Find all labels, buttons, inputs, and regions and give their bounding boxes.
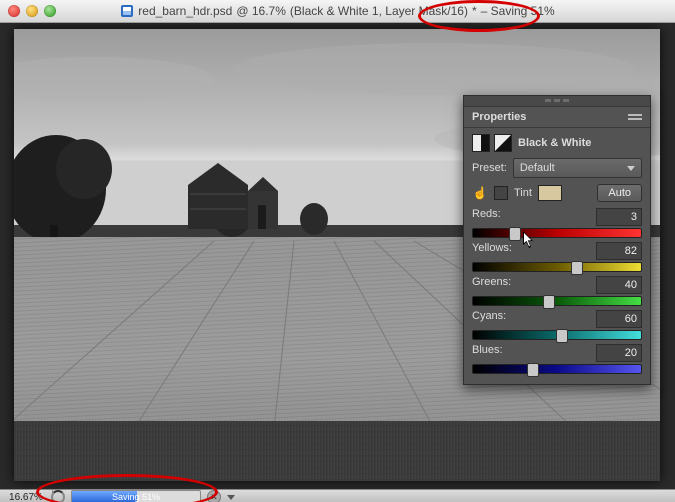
title-docinfo: (Black & White 1, Layer Mask/16) bbox=[290, 4, 468, 18]
minimize-window-button[interactable] bbox=[26, 5, 38, 17]
slider-cyans-label: Cyans: bbox=[472, 310, 506, 328]
panel-body: Black & White Preset: Default ☝ Tint Aut… bbox=[464, 128, 650, 384]
slider-greens: Greens: 40 bbox=[472, 276, 642, 306]
slider-blues: Blues: 20 bbox=[472, 344, 642, 374]
slider-yellows-track[interactable] bbox=[472, 262, 642, 272]
auto-button-label: Auto bbox=[608, 187, 631, 199]
zoom-level-value: 16.67% bbox=[9, 492, 43, 502]
slider-blues-input[interactable]: 20 bbox=[596, 344, 642, 362]
layer-mask-icon[interactable] bbox=[494, 134, 512, 152]
slider-yellows-input[interactable]: 82 bbox=[596, 242, 642, 260]
title-dirty-star: * bbox=[472, 4, 477, 18]
panel-title: Properties bbox=[472, 111, 526, 123]
slider-reds-input[interactable]: 3 bbox=[596, 208, 642, 226]
document-proxy-icon[interactable] bbox=[120, 4, 134, 18]
bw-adjustment-icon[interactable] bbox=[472, 134, 490, 152]
tint-label: Tint bbox=[514, 187, 532, 199]
tint-checkbox[interactable] bbox=[494, 186, 508, 200]
slider-reds-thumb[interactable] bbox=[509, 227, 521, 241]
slider-greens-input[interactable]: 40 bbox=[596, 276, 642, 294]
panel-tab-bar: Properties bbox=[464, 107, 650, 128]
tint-row: ☝ Tint Auto bbox=[472, 184, 642, 202]
properties-panel[interactable]: Properties Black & White Preset: Default bbox=[463, 95, 651, 385]
panel-drag-grip[interactable] bbox=[464, 96, 650, 107]
slider-cyans-track[interactable] bbox=[472, 330, 642, 340]
slider-reds-track[interactable] bbox=[472, 228, 642, 238]
zoom-window-button[interactable] bbox=[44, 5, 56, 17]
status-popup-chevron-icon[interactable] bbox=[227, 495, 235, 500]
preset-value: Default bbox=[520, 162, 555, 174]
targeted-adjustment-tool-icon[interactable]: ☝ bbox=[472, 185, 488, 201]
slider-greens-track[interactable] bbox=[472, 296, 642, 306]
panel-flyout-menu-icon[interactable] bbox=[628, 112, 642, 122]
title-zoom: @ 16.7% bbox=[236, 4, 286, 18]
progress-spinner-icon bbox=[51, 490, 65, 502]
preset-row: Preset: Default bbox=[472, 158, 642, 178]
slider-yellows: Yellows: 82 bbox=[472, 242, 642, 272]
slider-blues-thumb[interactable] bbox=[527, 363, 539, 377]
title-filename: red_barn_hdr.psd bbox=[138, 4, 232, 18]
title-saving: – Saving 51% bbox=[481, 4, 555, 18]
slider-reds: Reds: 3 bbox=[472, 208, 642, 238]
status-bar: 16.67% Saving 51% ✕ bbox=[0, 489, 675, 502]
cancel-save-button[interactable]: ✕ bbox=[207, 490, 221, 502]
slider-greens-label: Greens: bbox=[472, 276, 511, 294]
adjustment-name: Black & White bbox=[518, 137, 591, 149]
slider-cyans: Cyans: 60 bbox=[472, 310, 642, 340]
adjustment-icons bbox=[472, 134, 512, 152]
save-progress-label: Saving 51% bbox=[72, 492, 200, 502]
traffic-lights bbox=[8, 5, 56, 17]
slider-cyans-thumb[interactable] bbox=[556, 329, 568, 343]
slider-blues-label: Blues: bbox=[472, 344, 503, 362]
slider-cyans-input[interactable]: 60 bbox=[596, 310, 642, 328]
adjustment-header: Black & White bbox=[472, 134, 642, 152]
close-window-button[interactable] bbox=[8, 5, 20, 17]
chevron-down-icon bbox=[627, 166, 635, 171]
preset-label: Preset: bbox=[472, 162, 507, 174]
slider-reds-label: Reds: bbox=[472, 208, 501, 226]
auto-button[interactable]: Auto bbox=[597, 184, 642, 202]
slider-yellows-label: Yellows: bbox=[472, 242, 512, 260]
slider-yellows-thumb[interactable] bbox=[571, 261, 583, 275]
window-title: red_barn_hdr.psd @ 16.7% (Black & White … bbox=[0, 4, 675, 18]
window-titlebar: red_barn_hdr.psd @ 16.7% (Black & White … bbox=[0, 0, 675, 23]
slider-blues-track[interactable] bbox=[472, 364, 642, 374]
zoom-level-field[interactable]: 16.67% bbox=[0, 490, 53, 502]
slider-greens-thumb[interactable] bbox=[543, 295, 555, 309]
tint-color-swatch[interactable] bbox=[538, 185, 562, 201]
save-progress-bar: Saving 51% bbox=[71, 490, 201, 502]
preset-dropdown[interactable]: Default bbox=[513, 158, 642, 178]
document-stage: Properties Black & White Preset: Default bbox=[0, 23, 675, 489]
